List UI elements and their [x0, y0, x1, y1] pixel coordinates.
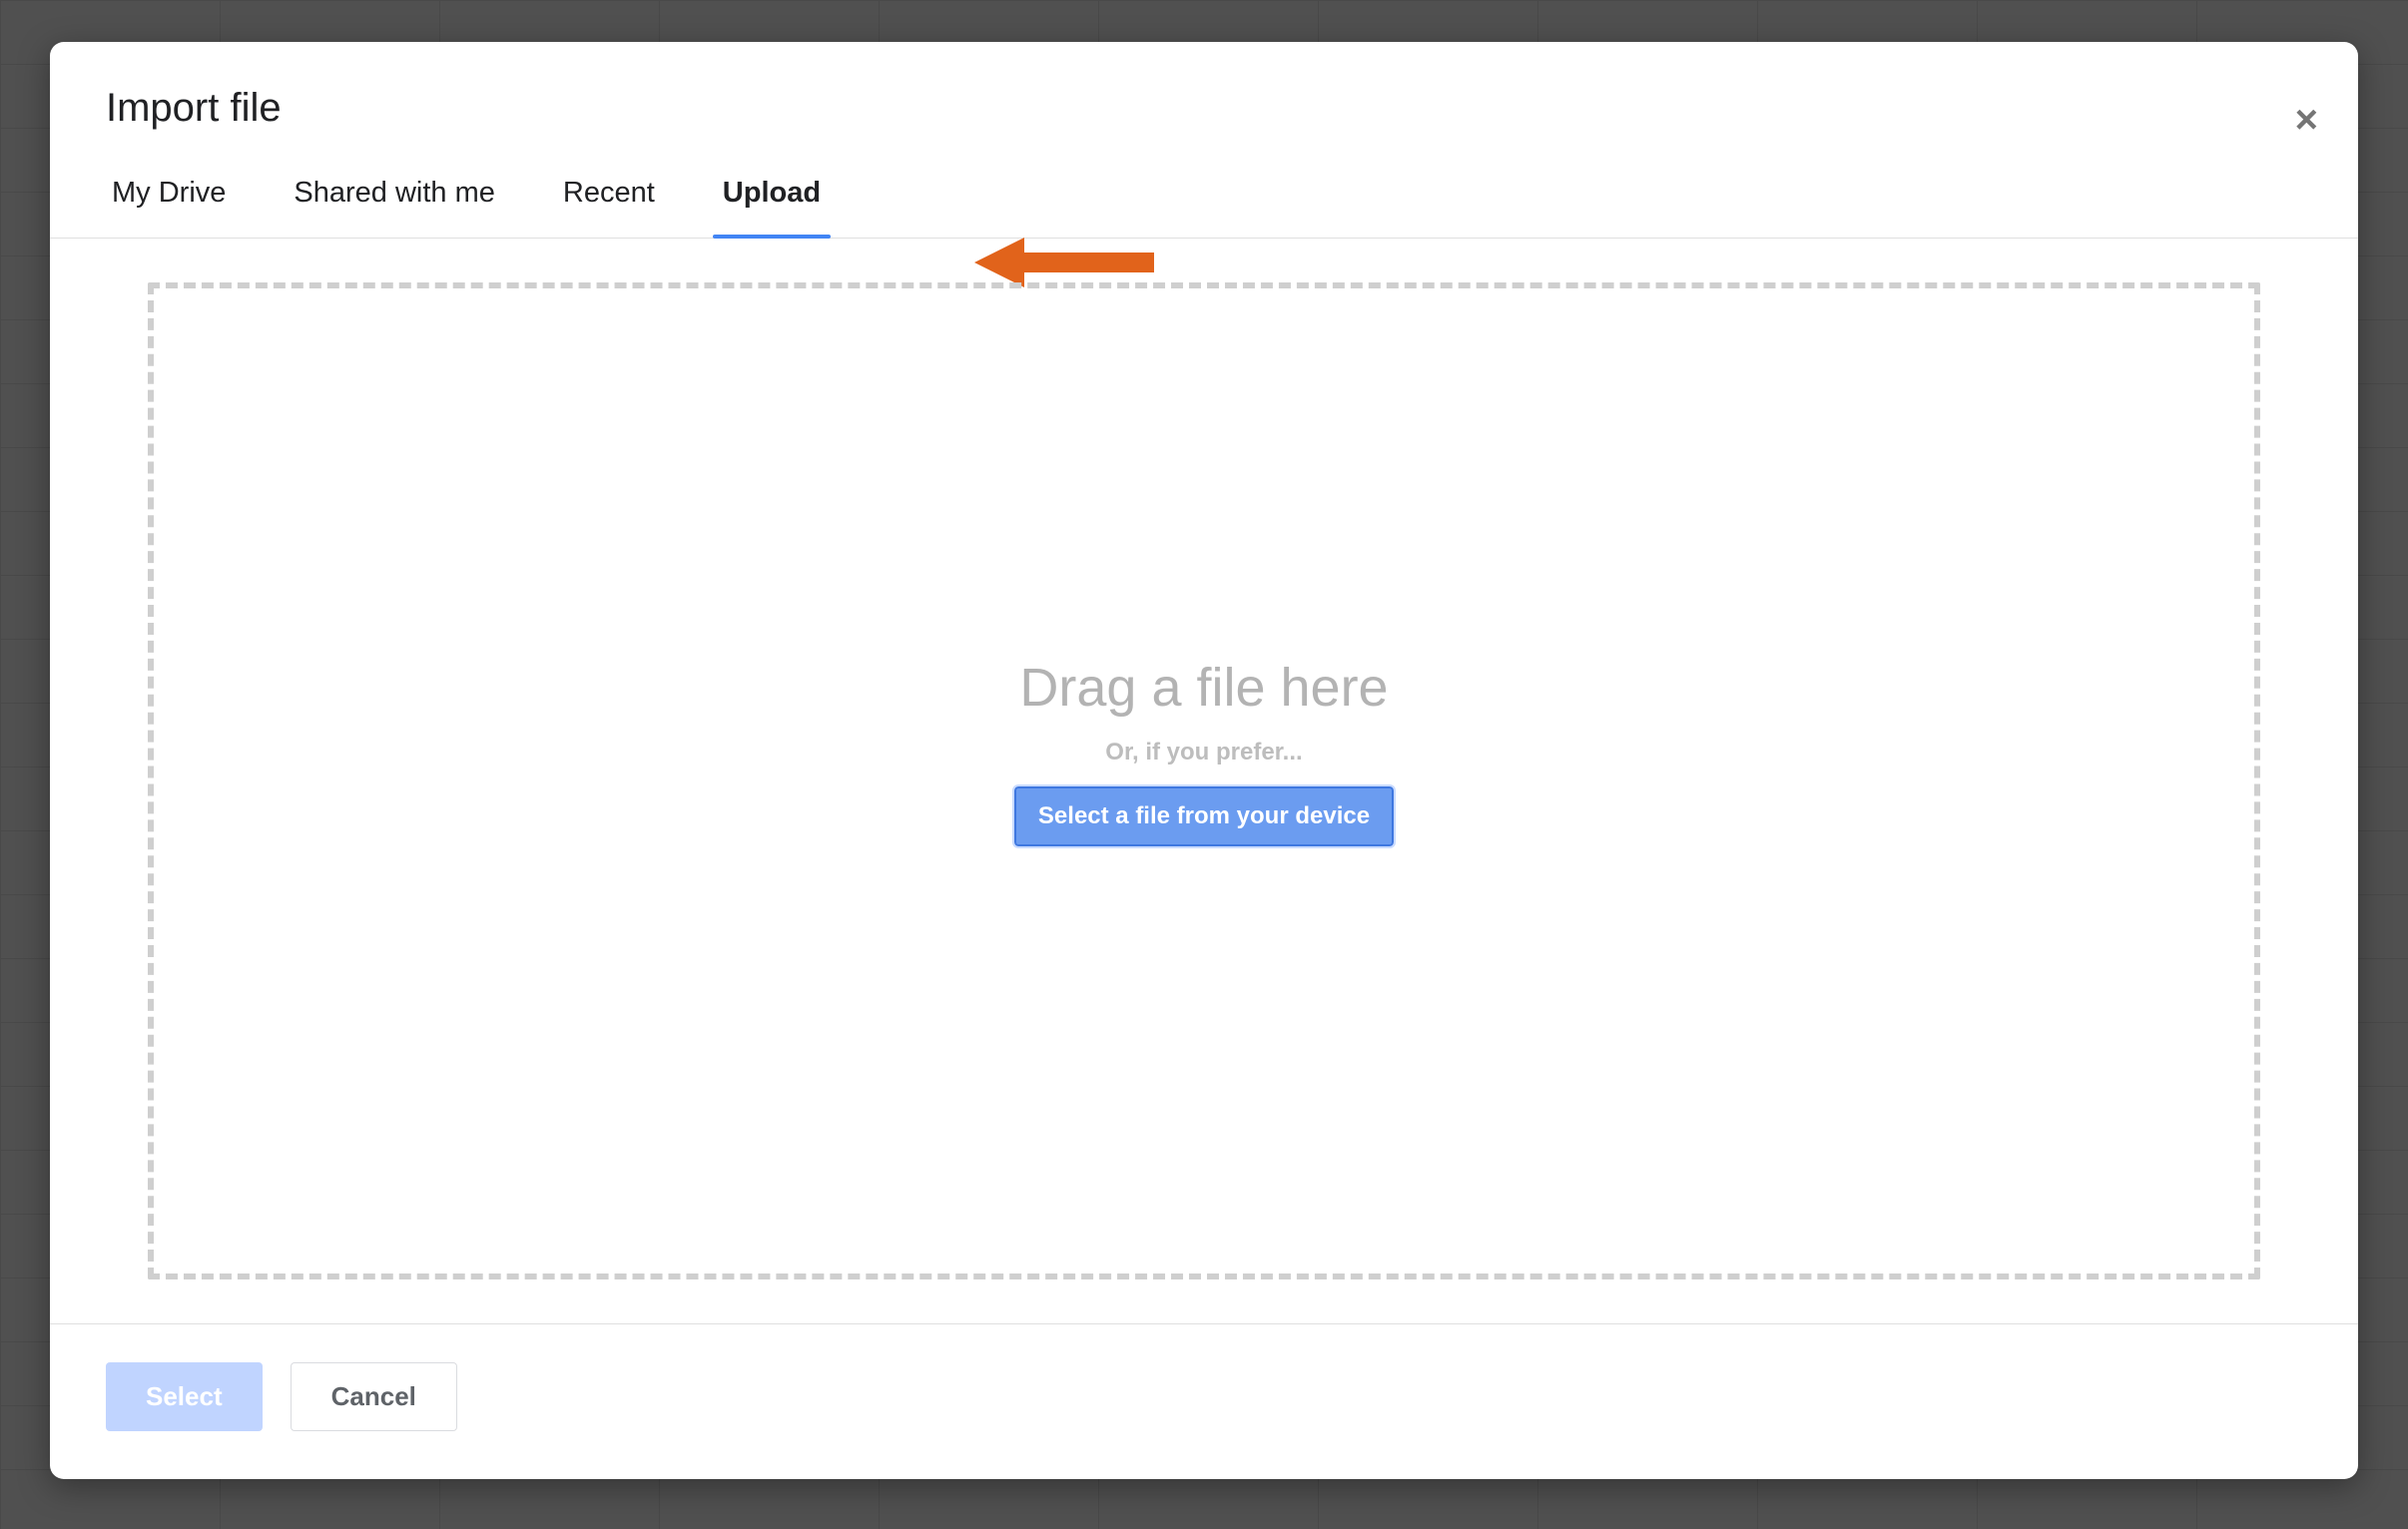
close-icon[interactable]: × — [2295, 100, 2318, 140]
tab-bar: My Drive Shared with me Recent Upload — [50, 141, 2358, 239]
select-button: Select — [106, 1362, 263, 1431]
tab-my-drive[interactable]: My Drive — [106, 167, 232, 238]
dialog-content: Drag a file here Or, if you prefer... Se… — [50, 239, 2358, 1323]
select-file-button[interactable]: Select a file from your device — [1014, 786, 1394, 846]
dropzone-subtitle: Or, if you prefer... — [1105, 739, 1302, 766]
dialog-title: Import file — [106, 86, 2302, 131]
tab-recent[interactable]: Recent — [557, 167, 661, 238]
dialog-header: Import file × — [50, 42, 2358, 141]
dropzone-title: Drag a file here — [1019, 657, 1388, 719]
tab-shared-with-me[interactable]: Shared with me — [288, 167, 501, 238]
file-dropzone[interactable]: Drag a file here Or, if you prefer... Se… — [148, 282, 2260, 1279]
tab-upload[interactable]: Upload — [717, 167, 827, 238]
dialog-footer: Select Cancel — [50, 1323, 2358, 1479]
import-file-dialog: Import file × My Drive Shared with me Re… — [50, 42, 2358, 1479]
cancel-button[interactable]: Cancel — [291, 1362, 457, 1431]
